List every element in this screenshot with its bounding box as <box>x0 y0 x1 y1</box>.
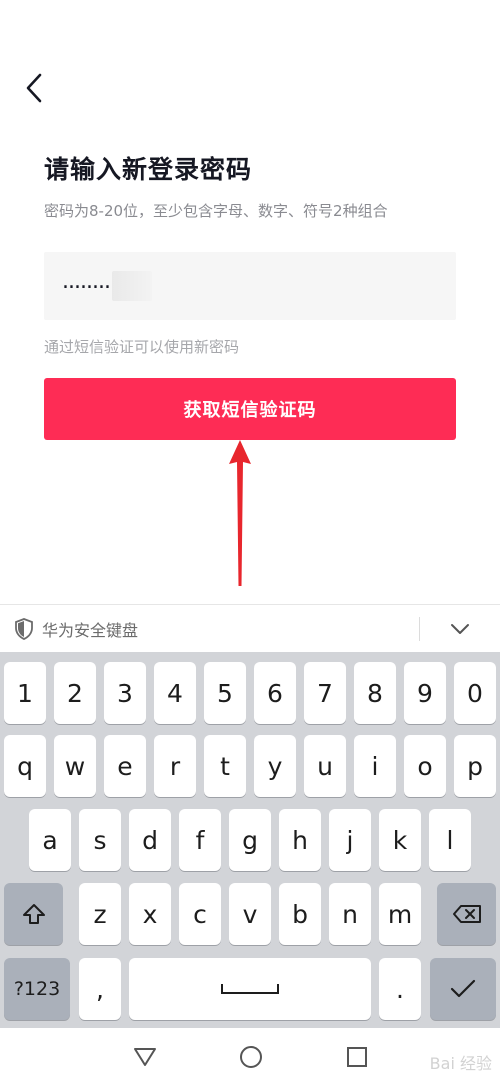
get-sms-code-button[interactable]: 获取短信验证码 <box>44 378 456 440</box>
key-s[interactable]: s <box>79 809 121 871</box>
key-m[interactable]: m <box>379 883 421 945</box>
annotation-arrow <box>229 440 251 586</box>
key-2[interactable]: 2 <box>54 662 96 724</box>
backspace-icon <box>452 905 481 923</box>
key-l[interactable]: l <box>429 809 471 871</box>
shift-key[interactable] <box>4 883 63 945</box>
key-c[interactable]: c <box>179 883 221 945</box>
keyboard-brand: 华为安全键盘 <box>14 617 138 641</box>
space-key[interactable] <box>129 958 371 1020</box>
key-t[interactable]: t <box>204 735 246 797</box>
key-j[interactable]: j <box>329 809 371 871</box>
key-3[interactable]: 3 <box>104 662 146 724</box>
chevron-down-icon <box>451 624 469 634</box>
key-4[interactable]: 4 <box>154 662 196 724</box>
square-recents-icon <box>347 1047 367 1067</box>
keyboard-brand-label: 华为安全键盘 <box>42 620 139 640</box>
keyboard: 1 2 3 4 5 6 7 8 9 0 q w e r t y u i o p … <box>0 652 500 1028</box>
shift-icon <box>22 904 45 924</box>
collapse-keyboard-button[interactable] <box>440 613 480 645</box>
key-k[interactable]: k <box>379 809 421 871</box>
key-y[interactable]: y <box>254 735 296 797</box>
key-8[interactable]: 8 <box>354 662 396 724</box>
key-h[interactable]: h <box>279 809 321 871</box>
triangle-back-icon <box>134 1048 156 1066</box>
comma-key[interactable]: , <box>79 958 121 1020</box>
nav-recents-button[interactable] <box>342 1042 372 1072</box>
key-a[interactable]: a <box>29 809 71 871</box>
password-input[interactable]: ........ <box>44 252 456 320</box>
period-key[interactable]: . <box>379 958 421 1020</box>
key-w[interactable]: w <box>54 735 96 797</box>
enter-key[interactable] <box>430 958 496 1020</box>
check-icon <box>450 979 476 998</box>
password-masked-value: ........ <box>62 269 111 294</box>
keyboard-toolbar: 华为安全键盘 <box>0 604 500 652</box>
key-d[interactable]: d <box>129 809 171 871</box>
back-button[interactable] <box>14 66 54 110</box>
key-q[interactable]: q <box>4 735 46 797</box>
key-e[interactable]: e <box>104 735 146 797</box>
key-9[interactable]: 9 <box>404 662 446 724</box>
key-i[interactable]: i <box>354 735 396 797</box>
key-z[interactable]: z <box>79 883 121 945</box>
password-blur-mask <box>111 271 152 301</box>
key-x[interactable]: x <box>129 883 171 945</box>
password-rule-text: 密码为8-20位，至少包含字母、数字、符号2种组合 <box>44 202 388 220</box>
watermark-text: Bai 经验 <box>429 1054 492 1073</box>
key-o[interactable]: o <box>404 735 446 797</box>
key-f[interactable]: f <box>179 809 221 871</box>
key-r[interactable]: r <box>154 735 196 797</box>
key-b[interactable]: b <box>279 883 321 945</box>
key-0[interactable]: 0 <box>454 662 496 724</box>
key-v[interactable]: v <box>229 883 271 945</box>
shield-icon <box>15 617 33 640</box>
key-p[interactable]: p <box>454 735 496 797</box>
key-5[interactable]: 5 <box>204 662 246 724</box>
symbols-key[interactable]: ?123 <box>4 958 70 1020</box>
page-title: 请输入新登录密码 <box>44 155 253 184</box>
system-navigation-bar: Bai 经验 <box>0 1028 500 1084</box>
space-bar-icon <box>221 984 279 994</box>
toolbar-divider <box>419 617 420 641</box>
key-7[interactable]: 7 <box>304 662 346 724</box>
key-6[interactable]: 6 <box>254 662 296 724</box>
key-g[interactable]: g <box>229 809 271 871</box>
sms-hint-text: 通过短信验证可以使用新密码 <box>44 338 240 356</box>
circle-home-icon <box>240 1046 262 1068</box>
key-1[interactable]: 1 <box>4 662 46 724</box>
chevron-left-icon <box>26 73 42 103</box>
backspace-key[interactable] <box>437 883 496 945</box>
key-u[interactable]: u <box>304 735 346 797</box>
key-n[interactable]: n <box>329 883 371 945</box>
nav-home-button[interactable] <box>236 1042 266 1072</box>
nav-back-button[interactable] <box>130 1042 160 1072</box>
